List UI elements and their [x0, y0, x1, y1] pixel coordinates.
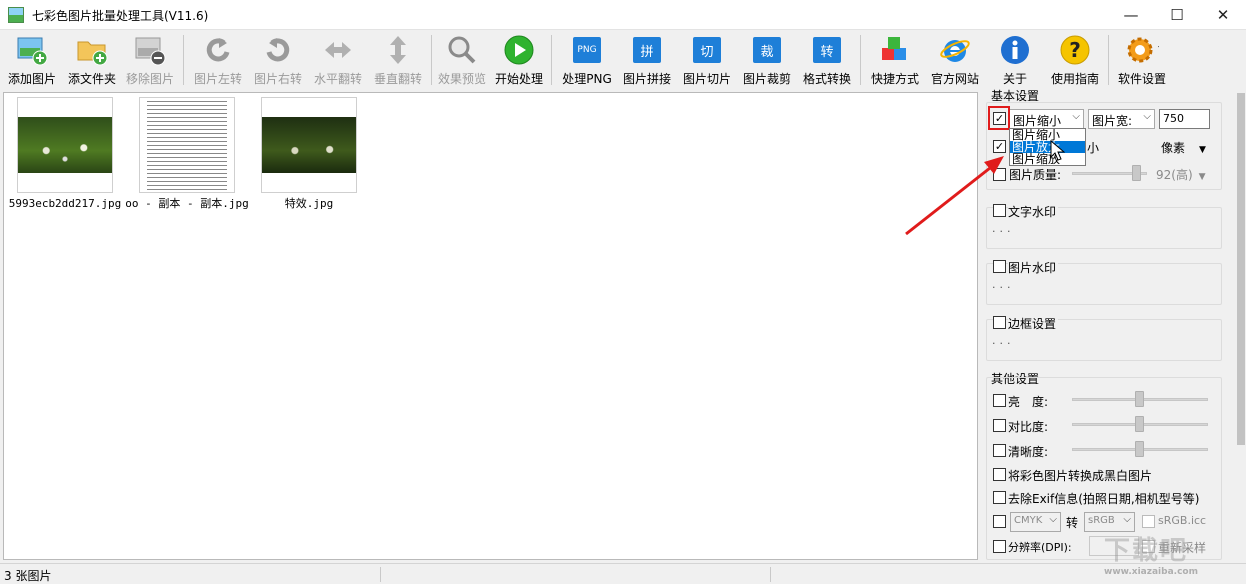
- arrow-annotation: [905, 156, 1004, 236]
- status-separator: [770, 567, 771, 582]
- mouse-cursor-icon: [1050, 140, 1065, 161]
- status-bar: 3 张图片: [0, 563, 1246, 584]
- site-watermark: 下载吧 www.xiazaiba.com: [1104, 536, 1198, 577]
- status-separator: [380, 567, 381, 582]
- image-count: 3 张图片: [4, 569, 52, 583]
